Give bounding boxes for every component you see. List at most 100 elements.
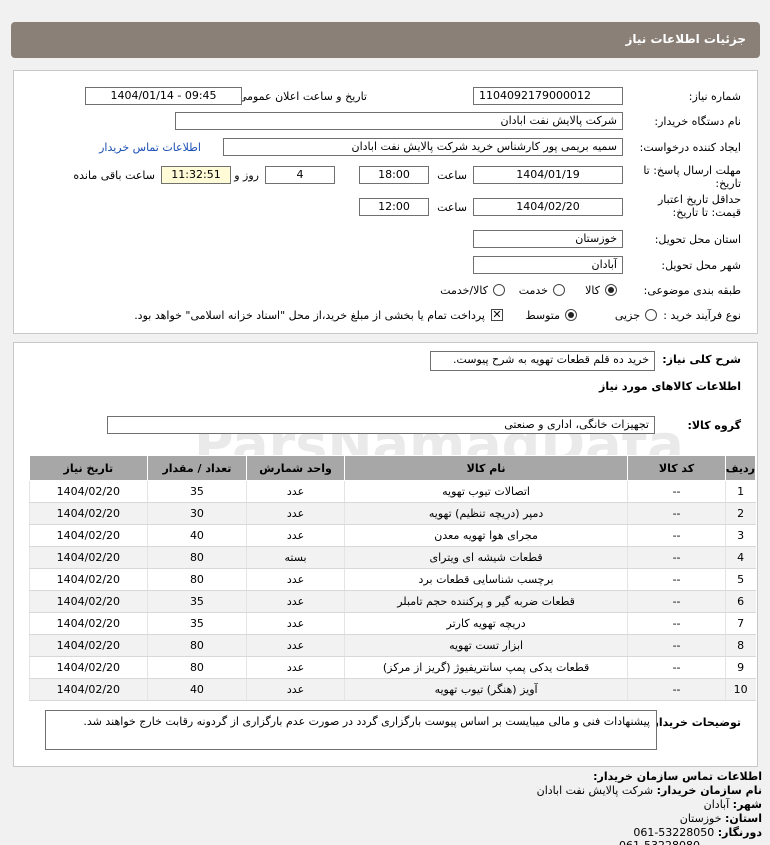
cell-code: -- (627, 590, 726, 613)
cell-name: برچسب شناسایی قطعات برد (343, 568, 628, 591)
summary-field[interactable]: خرید ده قلم قطعات تهویه به شرح پیوست. (430, 351, 655, 371)
cell-unit: عدد (246, 524, 345, 547)
contact-city-label: شهر: (732, 798, 762, 811)
city-field[interactable]: آبادان (473, 256, 623, 274)
table-row[interactable]: 3 -- مجرای هوا تهویه معدن عدد 40 1404/02/20 (29, 524, 756, 547)
cell-row: 4 (724, 546, 756, 569)
col-code: کد کالا (627, 455, 726, 481)
table-row[interactable]: 10 -- آویز (هنگر) تیوب تهویه عدد 40 1404/02/2… (29, 678, 756, 701)
group-label: گروه کالا: (687, 419, 741, 432)
contact-province-line: استان: خوزستان (680, 812, 762, 825)
cat-goods-radio[interactable] (605, 284, 617, 296)
table-row[interactable]: 9 -- قطعات یدکی پمپ سانتریفیوژ (گریز از مر… (29, 656, 756, 679)
col-date: تاریخ نیاز (29, 455, 148, 481)
cat-service-label: خدمت (518, 284, 548, 297)
validity-date-field[interactable]: 1404/02/20 (473, 198, 623, 216)
need-number-field[interactable]: 1104092179000012 (473, 87, 623, 105)
cell-qty: 30 (146, 502, 247, 525)
cell-unit: عدد (246, 590, 345, 613)
contact-city-line: شهر: آبادان (704, 798, 762, 811)
cell-name: قطعات ضربه گیر و پرکننده حجم تامبلر (343, 590, 628, 613)
table-row[interactable]: 7 -- دریچه تهویه کارتر عدد 35 1404/02/20 (29, 612, 756, 635)
cell-code: -- (627, 524, 726, 547)
cell-date: 1404/02/20 (29, 678, 148, 701)
buyer-contact-link[interactable]: اطلاعات تماس خریدار (99, 141, 201, 154)
cell-name: ابزار تست تهویه (343, 634, 628, 657)
cell-unit: عدد (246, 678, 345, 701)
cell-code: -- (627, 634, 726, 657)
contact-phone-label: دورنگار: (717, 826, 762, 839)
province-field[interactable]: خوزستان (473, 230, 623, 248)
announce-field[interactable]: 1404/01/14 - 09:45 (85, 87, 242, 105)
proc-medium-label: متوسط (525, 309, 560, 322)
cell-qty: 40 (146, 524, 247, 547)
cat-goods-label: کالا (585, 284, 600, 297)
cell-row: 2 (724, 502, 756, 525)
cell-code: -- (627, 502, 726, 525)
contact-fax-line: 061-53228080 (619, 839, 700, 845)
deadline-date-field[interactable]: 1404/01/19 (473, 166, 623, 184)
days-field[interactable]: 4 (265, 166, 335, 184)
table-row[interactable]: 6 -- قطعات ضربه گیر و پرکننده حجم تامبلر عد… (29, 590, 756, 613)
days-label: روز و (234, 169, 259, 182)
col-name: نام کالا (343, 455, 629, 481)
table-row[interactable]: 8 -- ابزار تست تهویه عدد 80 1404/02/20 (29, 634, 756, 657)
cell-date: 1404/02/20 (29, 524, 148, 547)
validity-label: حداقل تاریخ اعتبار قیمت: تا تاریخ: (657, 193, 741, 219)
contact-org: شرکت پالایش نفت ابادان (536, 784, 654, 797)
deadline-label: مهلت ارسال پاسخ: تا تاریخ: (643, 164, 741, 190)
notes-label: توضیحات خریدار: (648, 716, 741, 729)
table-header-row: ردیف کد کالا نام کالا واحد شمارش تعداد /… (29, 455, 757, 481)
announce-label: تاریخ و ساعت اعلان عمومی: (234, 90, 367, 103)
proc-partial-radio[interactable] (645, 309, 657, 321)
notes-field: پیشنهادات فنی و مالی میبایست بر اساس پیو… (45, 710, 657, 750)
col-row: ردیف (724, 455, 757, 481)
cell-unit: عدد (246, 656, 345, 679)
cat-service-radio[interactable] (553, 284, 565, 296)
validity-hour-label: ساعت (437, 201, 467, 214)
cell-row: 8 (724, 634, 756, 657)
table-row[interactable]: 1 -- اتصالات تیوب تهویه عدد 35 1404/02/20 (29, 480, 756, 503)
remaining-label: ساعت باقی مانده (73, 169, 155, 182)
col-unit: واحد شمارش (246, 455, 345, 481)
buyer-org-label: نام دستگاه خریدار: (654, 115, 741, 128)
contact-phone-line: دورنگار: 061-53228050 (633, 826, 762, 839)
table-row[interactable]: 4 -- قطعات شیشه ای ویترای بسته 80 1404/02/20 (29, 546, 756, 569)
cell-code: -- (627, 612, 726, 635)
cell-name: آویز (هنگر) تیوب تهویه (343, 678, 628, 701)
table-row[interactable]: 2 -- دمپر (دریچه تنظیم) تهویه عدد 30 1404/02/… (29, 502, 756, 525)
cell-name: مجرای هوا تهویه معدن (343, 524, 628, 547)
treasury-checkbox[interactable]: ✕ (491, 309, 503, 321)
cell-code: -- (627, 480, 726, 503)
cell-unit: عدد (246, 502, 345, 525)
process-label: نوع فرآیند خرید : (663, 309, 741, 322)
cell-qty: 35 (146, 612, 247, 635)
proc-medium-radio[interactable] (565, 309, 577, 321)
cell-unit: عدد (246, 480, 345, 503)
summary-label: شرح کلی نیاز: (662, 353, 741, 366)
col-qty: تعداد / مقدار (146, 455, 248, 481)
group-field[interactable]: تجهیزات خانگی، اداری و صنعتی (107, 416, 655, 434)
contact-heading: اطلاعات تماس سازمان خریدار: (593, 770, 762, 783)
cell-name: قطعات یدکی پمپ سانتریفیوژ (گریز از مرکز) (343, 656, 628, 679)
cell-code: -- (627, 546, 726, 569)
cell-row: 7 (724, 612, 756, 635)
contact-province-label: استان: (725, 812, 762, 825)
cell-name: دمپر (دریچه تنظیم) تهویه (343, 502, 628, 525)
validity-time-field[interactable]: 12:00 (359, 198, 429, 216)
cell-date: 1404/02/20 (29, 612, 148, 635)
buyer-org-field[interactable]: شرکت پالایش نفت ابادان (175, 112, 623, 130)
contact-org-label: نام سازمان خریدار: (656, 784, 762, 797)
cell-qty: 80 (146, 568, 247, 591)
cell-unit: بسته (246, 546, 345, 569)
cat-goods-service-radio[interactable] (493, 284, 505, 296)
table-row[interactable]: 5 -- برچسب شناسایی قطعات برد عدد 80 1404/02/2… (29, 568, 756, 591)
cat-goods-service-label: کالا/خدمت (440, 284, 488, 297)
cell-unit: عدد (246, 612, 345, 635)
cell-date: 1404/02/20 (29, 568, 148, 591)
creator-field[interactable]: سمیه بریمی پور کارشناس خرید شرکت پالایش … (223, 138, 623, 156)
cell-qty: 80 (146, 634, 247, 657)
deadline-time-field[interactable]: 18:00 (359, 166, 429, 184)
page-title: جزئیات اطلاعات نیاز (625, 32, 746, 46)
cell-name: اتصالات تیوب تهویه (343, 480, 628, 503)
